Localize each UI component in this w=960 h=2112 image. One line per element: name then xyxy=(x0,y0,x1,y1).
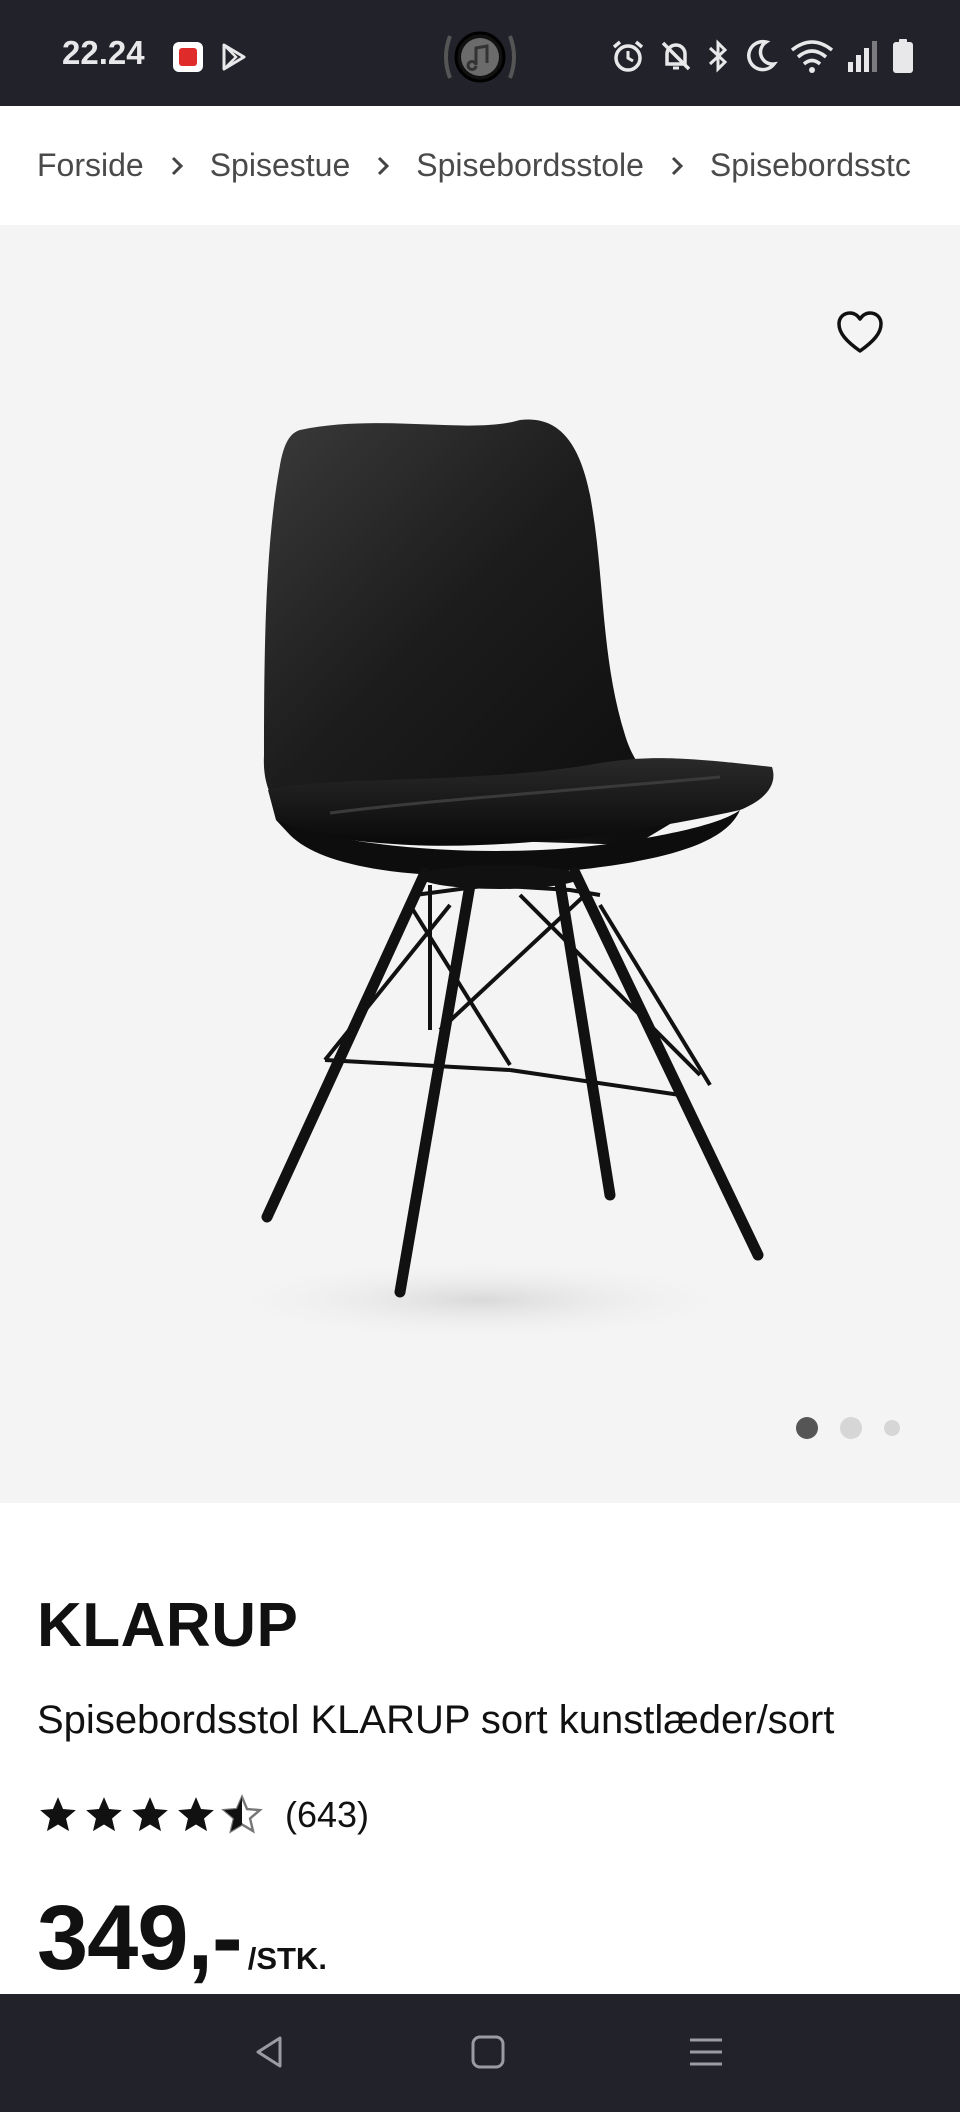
back-icon xyxy=(256,2036,282,2068)
system-nav-bar xyxy=(0,1994,960,2112)
chevron-right-icon xyxy=(144,106,210,225)
status-bar: 22.24 xyxy=(0,0,960,106)
product-description: Spisebordsstol KLARUP sort kunstlæder/so… xyxy=(37,1698,835,1742)
battery-icon xyxy=(892,38,914,74)
signal-icon xyxy=(846,38,880,74)
play-store-icon xyxy=(218,42,248,72)
home-button[interactable] xyxy=(458,2022,518,2082)
price-row: 349,- /STK. xyxy=(37,1886,327,1991)
status-icons xyxy=(610,36,914,76)
carousel-dot[interactable] xyxy=(884,1420,900,1436)
star-full-icon xyxy=(86,1797,122,1832)
wifi-icon xyxy=(790,38,834,74)
wishlist-button[interactable] xyxy=(832,305,888,361)
product-image[interactable] xyxy=(180,405,780,1355)
pdf-app-icon xyxy=(173,42,203,72)
recents-button[interactable] xyxy=(676,2022,736,2082)
mute-icon xyxy=(658,38,694,74)
carousel-dots xyxy=(796,1417,900,1439)
breadcrumb-current: Spisebordsstc xyxy=(709,147,911,183)
breadcrumb-link-forside[interactable]: Forside xyxy=(37,147,144,184)
star-full-icon xyxy=(178,1797,214,1832)
product-gallery[interactable] xyxy=(0,225,960,1503)
bluetooth-icon xyxy=(706,38,730,74)
product-rating[interactable]: (643) xyxy=(37,1788,369,1842)
chevron-right-icon xyxy=(350,106,416,225)
product-price: 349,- xyxy=(37,1887,243,1989)
media-playing-icon xyxy=(440,30,520,84)
product-name: KLARUP xyxy=(37,1591,299,1660)
breadcrumb: Forside Spisestue Spisebordsstole Spiseb… xyxy=(0,106,960,225)
carousel-dot[interactable] xyxy=(840,1417,862,1439)
star-half-icon xyxy=(221,1794,263,1834)
rating-stars xyxy=(37,1794,263,1836)
breadcrumb-link-spisebordsstole[interactable]: Spisebordsstole xyxy=(416,147,644,184)
heart-icon xyxy=(837,311,883,353)
star-full-icon xyxy=(132,1797,168,1832)
recents-icon xyxy=(690,2038,722,2066)
carousel-dot[interactable] xyxy=(796,1417,818,1439)
back-button[interactable] xyxy=(240,2022,300,2082)
dnd-moon-icon xyxy=(742,38,778,74)
rating-count[interactable]: (643) xyxy=(285,1794,369,1836)
home-icon xyxy=(471,2035,505,2069)
status-time: 22.24 xyxy=(62,34,145,71)
chevron-right-icon xyxy=(644,106,710,225)
breadcrumb-link-spisestue[interactable]: Spisestue xyxy=(210,147,351,184)
alarm-icon xyxy=(610,38,646,74)
star-full-icon xyxy=(40,1797,76,1832)
price-unit: /STK. xyxy=(247,1941,327,1976)
